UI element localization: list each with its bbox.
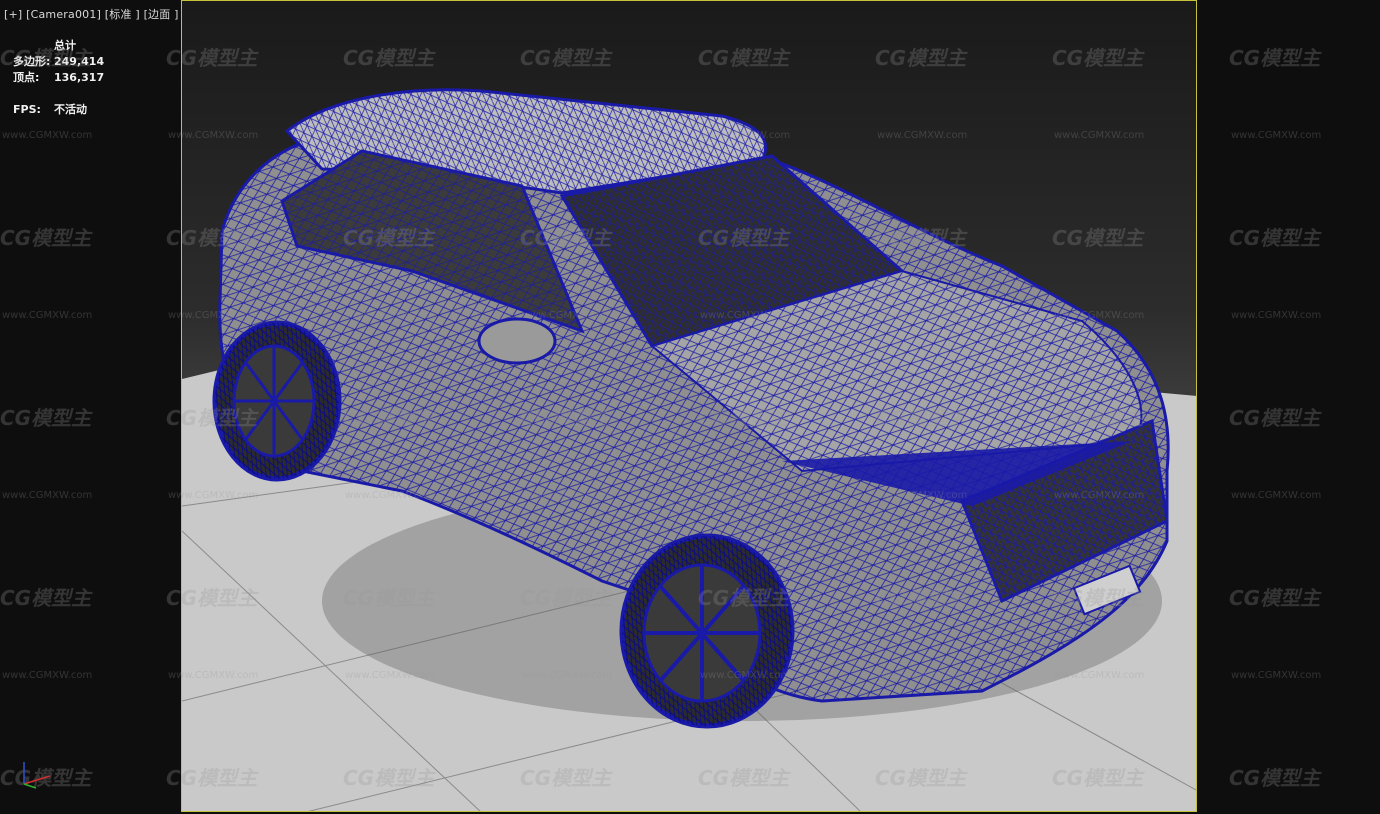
watermark-logo: CG模型主 [166, 766, 258, 790]
watermark-logo: CG模型主 [1229, 766, 1321, 790]
watermark-url: www.CGMXW.com [2, 310, 93, 321]
watermark-url: www.CGMXW.com [877, 490, 968, 501]
watermark-logo: CG模型主 [875, 586, 967, 610]
watermark-logo: CG模型主 [698, 766, 790, 790]
watermark-logo: CG模型主 [520, 586, 612, 610]
watermark-logo: CG模型主 [698, 586, 790, 610]
watermark-url: www.CGMXW.com [522, 130, 613, 141]
watermark-logo: CG模型主 [166, 226, 258, 250]
watermark-logo: CG模型主 [343, 46, 435, 70]
watermark-logo: CG模型主 [1052, 586, 1144, 610]
watermark-url: www.CGMXW.com [1054, 130, 1145, 141]
watermark-url: www.CGMXW.com [700, 670, 791, 681]
watermark-logo: CG模型主 [1229, 406, 1321, 430]
watermark-logo: CG模型主 [875, 406, 967, 430]
watermark-logo: CG模型主 [520, 46, 612, 70]
watermark-url: www.CGMXW.com [2, 490, 93, 501]
watermark-logo: CG模型主 [0, 586, 92, 610]
watermark-url: www.CGMXW.com [1054, 310, 1145, 321]
watermark-url: www.CGMXW.com [522, 670, 613, 681]
watermark-logo: CG模型主 [520, 406, 612, 430]
viewport-camera-menu[interactable]: [Camera001] [26, 8, 101, 21]
watermark-url: www.CGMXW.com [1231, 130, 1322, 141]
watermark-logo: CG模型主 [166, 46, 258, 70]
watermark-logo: CG模型主 [1229, 46, 1321, 70]
watermark-url: www.CGMXW.com [700, 310, 791, 321]
watermark-url: www.CGMXW.com [1231, 490, 1322, 501]
watermark-logo: CG模型主 [520, 766, 612, 790]
watermark-url: www.CGMXW.com [168, 490, 259, 501]
watermark-logo: CG模型主 [1052, 226, 1144, 250]
watermark-url: www.CGMXW.com [168, 670, 259, 681]
watermark-logo: CG模型主 [0, 226, 92, 250]
watermark-logo: CG模型主 [343, 406, 435, 430]
watermark-logo: CG模型主 [698, 406, 790, 430]
viewport-plus-menu[interactable]: [+] [4, 8, 22, 21]
wireframe-scene [182, 88, 1196, 811]
watermark-logo: CG模型主 [343, 766, 435, 790]
watermark-logo: CG模型主 [1229, 226, 1321, 250]
watermark-url: www.CGMXW.com [345, 310, 436, 321]
watermark-logo: CG模型主 [0, 46, 92, 70]
watermark-url: www.CGMXW.com [2, 670, 93, 681]
watermark-logo: CG模型主 [343, 586, 435, 610]
front-wheel [619, 533, 795, 729]
watermark-url: www.CGMXW.com [168, 310, 259, 321]
watermark-logo: CG模型主 [875, 226, 967, 250]
watermark-url: www.CGMXW.com [877, 310, 968, 321]
watermark-logo: CG模型主 [698, 46, 790, 70]
watermark-logo: CG模型主 [166, 406, 258, 430]
watermark-logo: CG模型主 [1052, 766, 1144, 790]
rear-wheel [212, 320, 342, 482]
watermark-url: www.CGMXW.com [1231, 670, 1322, 681]
watermark-logo: CG模型主 [1052, 46, 1144, 70]
watermark-logo: CG模型主 [1229, 586, 1321, 610]
watermark-url: www.CGMXW.com [522, 310, 613, 321]
watermark-logo: CG模型主 [0, 406, 92, 430]
safe-frame-viewport[interactable] [181, 0, 1197, 812]
watermark-url: www.CGMXW.com [1054, 490, 1145, 501]
verts-label: 顶点: [13, 71, 40, 84]
viewport-shading-menu[interactable]: [标准 ] [105, 8, 140, 21]
viewport-display-menu[interactable]: [边面 ] [144, 8, 179, 21]
watermark-url: www.CGMXW.com [1054, 670, 1145, 681]
viewport-label-menu: [+] [Camera001] [标准 ] [边面 ] [4, 6, 179, 22]
watermark-logo: CG模型主 [166, 586, 258, 610]
verts-value: 136,317 [54, 71, 105, 84]
watermark-url: www.CGMXW.com [877, 670, 968, 681]
fps-label: FPS: [13, 103, 41, 116]
watermark-url: www.CGMXW.com [2, 130, 93, 141]
watermark-logo: CG模型主 [343, 226, 435, 250]
watermark-logo: CG模型主 [875, 766, 967, 790]
watermark-url: www.CGMXW.com [700, 490, 791, 501]
watermark-logo: CG模型主 [1052, 406, 1144, 430]
watermark-logo: CG模型主 [520, 226, 612, 250]
watermark-logo: CG模型主 [875, 46, 967, 70]
watermark-url: www.CGMXW.com [522, 490, 613, 501]
watermark-url: www.CGMXW.com [345, 670, 436, 681]
watermark-url: www.CGMXW.com [168, 130, 259, 141]
fps-value: 不活动 [54, 103, 87, 116]
xyz-axis-gizmo-icon [23, 762, 51, 789]
watermark-url: www.CGMXW.com [700, 130, 791, 141]
side-mirror [477, 317, 557, 365]
watermark-url: www.CGMXW.com [1231, 310, 1322, 321]
watermark-url: www.CGMXW.com [345, 490, 436, 501]
watermark-logo: CG模型主 [698, 226, 790, 250]
watermark-url: www.CGMXW.com [877, 130, 968, 141]
watermark-url: www.CGMXW.com [345, 130, 436, 141]
